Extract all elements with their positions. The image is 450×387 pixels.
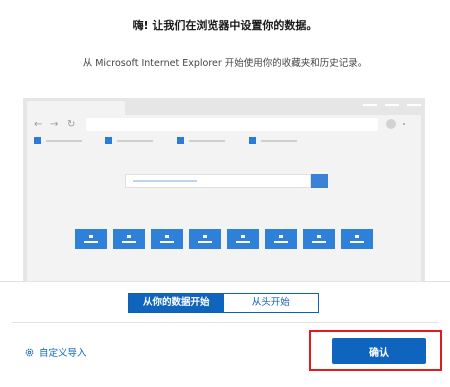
favorite-icon [249, 137, 256, 144]
favorite-label-placeholder [117, 139, 153, 142]
favorite-icon [105, 137, 112, 144]
illustration-toolbar: ← → ↻ [27, 115, 421, 135]
site-tile [113, 229, 145, 249]
favorite-item [177, 137, 225, 144]
illustration-browser-window: ← → ↻ [27, 115, 421, 281]
forward-arrow-icon: → [50, 119, 59, 130]
maximize-icon [385, 104, 399, 106]
custom-import-label: 自定义导入 [39, 348, 87, 359]
dialog-subtitle: 从 Microsoft Internet Explorer 开始使用你的收藏夹和… [82, 58, 368, 69]
search-placeholder-line [133, 180, 197, 182]
custom-import-link[interactable]: 自定义导入 [24, 345, 87, 359]
favorite-label-placeholder [46, 139, 82, 142]
illustration-tab [27, 101, 125, 115]
footer-divider [12, 322, 438, 323]
favorite-label-placeholder [261, 139, 297, 142]
favorite-icon [177, 137, 184, 144]
start-fresh-option[interactable]: 从头开始 [223, 294, 318, 312]
section-divider [0, 281, 450, 282]
illustration-search-box [125, 174, 311, 188]
site-tile [75, 229, 107, 249]
illustration-favorites-bar [27, 135, 421, 149]
start-option-toggle[interactable]: 从你的数据开始 从头开始 [128, 293, 319, 313]
dialog-title: 嗨! 让我们在浏览器中设置你的数据。 [132, 19, 318, 32]
favorite-label-placeholder [189, 139, 225, 142]
site-tile [151, 229, 183, 249]
favorite-icon [34, 137, 41, 144]
favorite-item [34, 137, 82, 144]
site-tile [265, 229, 297, 249]
illustration-address-bar [86, 118, 378, 131]
browser-illustration: ← → ↻ [23, 98, 425, 281]
profile-icon [386, 119, 396, 129]
menu-dots-icon [403, 123, 405, 125]
start-from-your-data-option[interactable]: 从你的数据开始 [129, 294, 224, 312]
back-arrow-icon: ← [34, 119, 43, 130]
illustration-search-button [311, 174, 328, 188]
favorite-item [249, 137, 297, 144]
site-tile [227, 229, 259, 249]
illustration-tiles [75, 229, 379, 249]
confirm-button[interactable]: 确认 [332, 338, 426, 364]
site-tile [303, 229, 335, 249]
favorite-item [105, 137, 153, 144]
gear-icon [25, 348, 34, 356]
refresh-icon: ↻ [67, 119, 76, 130]
minimize-icon [363, 104, 377, 106]
site-tile [341, 229, 373, 249]
site-tile [189, 229, 221, 249]
close-icon [407, 104, 421, 106]
